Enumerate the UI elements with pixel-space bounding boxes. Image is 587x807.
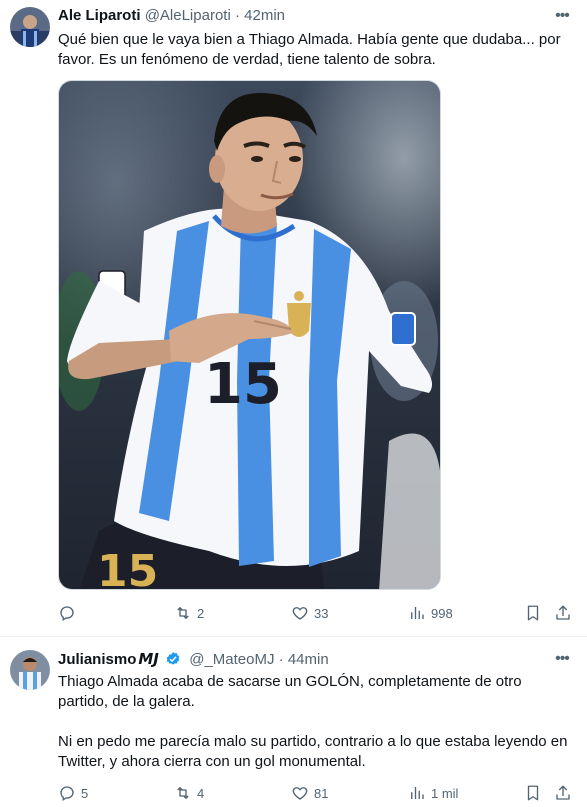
display-name[interactable]: Ale Liparoti bbox=[58, 7, 141, 24]
svg-text:15: 15 bbox=[97, 546, 158, 590]
name-badge: 𝙈𝙅 bbox=[138, 650, 159, 668]
avatar-image bbox=[10, 7, 50, 47]
like-count: 33 bbox=[314, 605, 329, 621]
separator: · bbox=[234, 7, 240, 24]
tweet-header: Ale Liparoti @AleLiparoti · 42min bbox=[58, 6, 547, 26]
tweet-text: Thiago Almada acaba de sacarse un GOLÓN,… bbox=[58, 673, 568, 770]
analytics-icon bbox=[411, 787, 424, 799]
repost-icon bbox=[177, 787, 189, 799]
tweet-actions: 5 4 81 1 mil bbox=[58, 783, 573, 803]
repost-button[interactable]: 2 bbox=[174, 603, 204, 623]
bookmark-button[interactable] bbox=[524, 783, 542, 803]
reply-icon bbox=[60, 606, 74, 622]
player-photo: 15 15 bbox=[59, 81, 440, 590]
share-button[interactable] bbox=[554, 783, 572, 803]
view-count: 1 mil bbox=[431, 785, 459, 801]
bookmark-icon bbox=[527, 785, 539, 801]
views-button[interactable]: 1 mil bbox=[408, 783, 458, 803]
heart-icon bbox=[292, 607, 308, 620]
verified-badge-icon[interactable] bbox=[165, 651, 181, 667]
share-icon bbox=[556, 605, 570, 620]
svg-text:15: 15 bbox=[204, 352, 282, 417]
reply-button[interactable] bbox=[58, 603, 81, 623]
timestamp[interactable]: 44min bbox=[288, 651, 329, 668]
share-icon bbox=[556, 785, 570, 800]
tweet-photo[interactable]: 15 15 bbox=[58, 80, 441, 590]
bookmark-button[interactable] bbox=[524, 603, 542, 623]
tweet-text: Qué bien que le vaya bien a Thiago Almad… bbox=[58, 31, 561, 68]
reply-count: 5 bbox=[81, 785, 89, 801]
tweet-actions: 2 33 998 bbox=[58, 603, 573, 623]
more-options-icon[interactable]: ••• bbox=[551, 649, 573, 669]
more-options-icon[interactable]: ••• bbox=[551, 6, 573, 26]
repost-count: 4 bbox=[197, 785, 205, 801]
like-count: 81 bbox=[314, 785, 329, 801]
reply-icon bbox=[60, 786, 74, 802]
share-button[interactable] bbox=[554, 603, 572, 623]
timestamp[interactable]: 42min bbox=[244, 7, 285, 24]
bookmark-icon bbox=[527, 605, 539, 621]
view-count: 998 bbox=[431, 605, 453, 621]
avatar[interactable] bbox=[10, 650, 50, 690]
separator: · bbox=[278, 651, 284, 668]
analytics-icon bbox=[411, 607, 424, 619]
repost-button[interactable]: 4 bbox=[174, 783, 204, 803]
display-name[interactable]: Julianismo bbox=[58, 651, 136, 668]
handle[interactable]: @AleLiparoti bbox=[145, 7, 231, 24]
reply-button[interactable]: 5 bbox=[58, 783, 88, 803]
handle[interactable]: @_MateoMJ bbox=[189, 651, 274, 668]
avatar-image bbox=[10, 650, 50, 690]
heart-icon bbox=[292, 787, 308, 800]
avatar[interactable] bbox=[10, 7, 50, 47]
like-button[interactable]: 33 bbox=[291, 603, 328, 623]
like-button[interactable]: 81 bbox=[291, 783, 328, 803]
tweet-ale-liparoti[interactable]: Ale Liparoti @AleLiparoti · 42min ••• Qu… bbox=[0, 0, 587, 637]
tweet-julianismo[interactable]: Julianismo 𝙈𝙅 @_MateoMJ · 44min ••• Thiag… bbox=[0, 637, 587, 807]
repost-icon bbox=[177, 607, 189, 619]
tweet-header: Julianismo 𝙈𝙅 @_MateoMJ · 44min bbox=[58, 649, 547, 669]
views-button[interactable]: 998 bbox=[408, 603, 453, 623]
repost-count: 2 bbox=[197, 605, 205, 621]
